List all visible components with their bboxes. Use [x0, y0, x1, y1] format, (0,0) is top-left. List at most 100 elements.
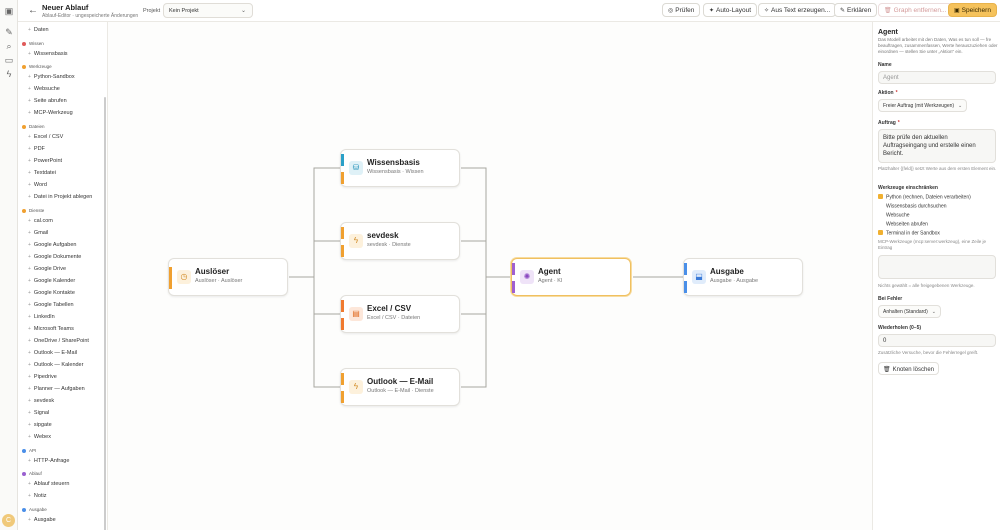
sidebar-toggle-icon[interactable]: ▣ [4, 6, 14, 16]
save-icon: ▣ [954, 8, 960, 14]
library-item[interactable]: LinkedIn [28, 314, 55, 320]
chevron-down-icon: ⌄ [240, 8, 246, 14]
node-ausloeser[interactable]: ◷ Auslöser Auslöser · Auslöser [168, 258, 288, 296]
back-arrow-icon[interactable]: ← [28, 5, 38, 16]
node-subtitle: Wissensbasis · Wissen [367, 169, 424, 175]
task-textarea[interactable]: Bitte prüfe den aktuellen Auftragseingan… [878, 129, 996, 163]
flow-canvas[interactable]: ◷ Auslöser Auslöser · Auslöser ⛁ Wissens… [108, 22, 872, 530]
library-item[interactable]: Datei in Projekt ablegen [28, 194, 92, 200]
library-item[interactable]: Google Kontakte [28, 290, 75, 296]
node-accent-bar [341, 300, 344, 312]
node-excel[interactable]: ▤ Excel / CSV Excel / CSV · Dateien [340, 295, 460, 333]
node-outlook[interactable]: ϟ Outlook — E-Mail Outlook — E-Mail · Di… [340, 368, 460, 406]
library-item[interactable]: Wissensbasis [28, 51, 68, 57]
library-item[interactable]: Signal [28, 410, 49, 416]
node-accent-bar [341, 391, 344, 403]
error-value: Anhalten (Standard) [883, 309, 928, 315]
library-item[interactable]: Google Drive [28, 266, 66, 272]
tool-checkbox[interactable]: Python (rechnen, Dateien verarbeiten) [878, 194, 971, 201]
library-group-ausgabe: Ausgabe [22, 507, 47, 512]
node-wissensbasis[interactable]: ⛁ Wissensbasis Wissensbasis · Wissen [340, 149, 460, 187]
delete-node-button[interactable]: 🗑 Knoten löschen [878, 362, 939, 375]
clear-graph-button[interactable]: 🗑 Graph entfernen... [878, 3, 953, 17]
library-item[interactable]: MCP-Werkzeug [28, 110, 73, 116]
error-select[interactable]: Anhalten (Standard) ⌄ [878, 305, 941, 318]
top-bar: ← Neuer Ablauf Ablauf-Editor · ungespeic… [18, 0, 1000, 22]
library-item[interactable]: HTTP-Anfrage [28, 458, 69, 464]
chevron-down-icon: ⌄ [958, 103, 963, 109]
node-ausgabe[interactable]: ⬓ Ausgabe Ausgabe · Ausgabe [683, 258, 803, 296]
bolt-icon[interactable]: ϟ [4, 69, 14, 79]
tool-checkbox[interactable]: Webseiten abrufen [878, 221, 928, 228]
library-item[interactable]: Google Aufgaben [28, 242, 77, 248]
tool-checkbox-label: Websuche [886, 212, 910, 219]
save-button[interactable]: ▣ Speichern [948, 3, 997, 17]
from-text-button[interactable]: ✧ Aus Text erzeugen... [758, 3, 837, 17]
library-item[interactable]: sipgate [28, 422, 52, 428]
node-subtitle: sevdesk · Dienste [367, 242, 411, 248]
library-item[interactable]: Ausgabe [28, 517, 56, 523]
project-select[interactable]: Kein Projekt ⌄ [163, 3, 253, 18]
library-item[interactable]: Python-Sandbox [28, 74, 75, 80]
library-scrollbar[interactable] [104, 97, 106, 530]
library-item[interactable]: Excel / CSV [28, 134, 63, 140]
library-item[interactable]: Outlook — Kalender [28, 362, 84, 368]
tools-label: Werkzeuge einschränken [878, 185, 938, 191]
node-accent-bar [341, 154, 344, 166]
action-select[interactable]: Freier Auftrag (mit Werkzeugen) ⌄ [878, 99, 968, 112]
retry-hint: Zusätzliche Versuche, bevor die Fehlerre… [878, 350, 979, 355]
library-item[interactable]: PDF [28, 146, 45, 152]
library-item[interactable]: PowerPoint [28, 158, 62, 164]
library-item[interactable]: Planner — Aufgaben [28, 386, 85, 392]
action-label-text: Aktion [878, 90, 894, 96]
output-icon: ⬓ [692, 270, 706, 284]
edit-icon[interactable]: ✎ [4, 27, 14, 37]
page-subtitle: Ablauf-Editor · ungespeicherte Änderunge… [42, 13, 139, 19]
folder-icon[interactable]: ▭ [4, 55, 14, 65]
node-subtitle: Ausgabe · Ausgabe [710, 278, 759, 284]
name-input[interactable]: Agent [878, 71, 996, 84]
library-item[interactable]: Google Tabellen [28, 302, 74, 308]
delete-node-label: Knoten löschen [892, 367, 934, 373]
library-item[interactable]: Word [28, 182, 47, 188]
autolayout-button[interactable]: ✦ Auto-Layout [703, 3, 758, 17]
library-item[interactable]: Google Kalender [28, 278, 75, 284]
tool-checkbox[interactable]: Websuche [878, 212, 910, 219]
node-agent[interactable]: ✺ Agent Agent · KI [511, 258, 631, 296]
search-icon[interactable]: ⌕ [4, 41, 14, 51]
bolt-icon: ϟ [349, 234, 363, 248]
action-value: Freier Auftrag (mit Werkzeugen) [883, 103, 955, 109]
check-button[interactable]: ◎ Prüfen [662, 3, 701, 17]
avatar[interactable]: C [2, 514, 15, 527]
library-item[interactable]: Outlook — E-Mail [28, 350, 77, 356]
library-item[interactable]: Webex [28, 434, 51, 440]
checkbox-unchecked-icon [878, 203, 883, 208]
name-label: Name [878, 62, 892, 68]
library-group-ablauf: Ablauf [22, 471, 42, 476]
node-title: sevdesk [367, 231, 399, 240]
library-item[interactable]: Pipedrive [28, 374, 57, 380]
tool-checkbox[interactable]: Wissensbasis durchsuchen [878, 203, 947, 210]
node-accent-bar [684, 281, 687, 293]
library-item[interactable]: Gmail [28, 230, 48, 236]
tool-checkbox[interactable]: Terminal in der Sandbox [878, 230, 940, 237]
library-item[interactable]: Microsoft Teams [28, 326, 74, 332]
library-item[interactable]: Websuche [28, 86, 60, 92]
task-label-text: Auftrag [878, 120, 896, 126]
library-group-dateien: Dateien [22, 124, 45, 129]
library-item[interactable]: Google Dokumente [28, 254, 81, 260]
library-item[interactable]: Daten [28, 27, 49, 33]
library-item[interactable]: Seite abrufen [28, 98, 67, 104]
retry-input[interactable]: 0 [878, 334, 996, 347]
library-item[interactable]: cal.com [28, 218, 53, 224]
library-item[interactable]: Textdatei [28, 170, 56, 176]
mcp-textarea[interactable] [878, 255, 996, 279]
library-item[interactable]: OneDrive / SharePoint [28, 338, 89, 344]
node-accent-bar [341, 227, 344, 239]
edge-sevdesk-agent [461, 240, 511, 278]
explain-button[interactable]: ✎ Erklären [834, 3, 878, 17]
node-sevdesk[interactable]: ϟ sevdesk sevdesk · Dienste [340, 222, 460, 260]
library-item[interactable]: Notiz [28, 493, 47, 499]
library-item[interactable]: Ablauf steuern [28, 481, 69, 487]
library-item[interactable]: sevdesk [28, 398, 54, 404]
